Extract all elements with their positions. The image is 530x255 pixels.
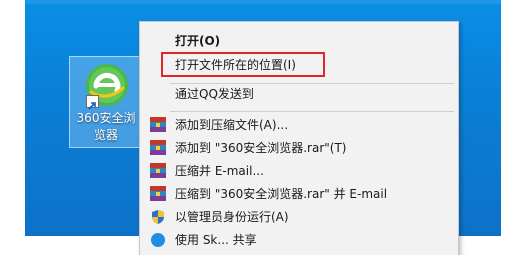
highlight-box (161, 52, 325, 77)
share-icon (150, 232, 166, 248)
winrar-icon (150, 117, 166, 133)
menu-item-label: 使用 Sk... 共享 (175, 233, 257, 247)
menu-item-label: 添加到 "360安全浏览器.rar"(T) (175, 141, 347, 155)
menu-item-compress-and-email[interactable]: 压缩并 E-mail... (140, 159, 458, 183)
menu-item-compress-to-rar-and-email[interactable]: 压缩到 "360安全浏览器.rar" 并 E-mail (140, 182, 458, 206)
shortcut-arrow-icon (86, 95, 99, 110)
menu-item-add-to-rar[interactable]: 添加到 "360安全浏览器.rar"(T) (140, 136, 458, 160)
menu-item-open[interactable]: 打开(O) (140, 29, 458, 53)
menu-item-share[interactable]: 使用 Sk... 共享 (140, 228, 458, 252)
menu-item-label: 压缩并 E-mail... (175, 164, 264, 178)
menu-item-add-to-archive[interactable]: 添加到压缩文件(A)... (140, 113, 458, 137)
winrar-icon (150, 163, 166, 179)
menu-item-label: 添加到压缩文件(A)... (175, 118, 289, 132)
menu-item-send-via-qq[interactable]: 通过QQ发送到 (140, 82, 458, 106)
menu-separator (170, 111, 454, 112)
menu-item-label: 打开(O) (175, 34, 221, 48)
winrar-icon (150, 186, 166, 202)
menu-item-label: 通过QQ发送到 (175, 87, 254, 101)
admin-shield-icon (150, 209, 166, 225)
menu-item-label: 压缩到 "360安全浏览器.rar" 并 E-mail (175, 187, 388, 201)
menu-item-run-as-administrator[interactable]: 以管理员身份运行(A) (140, 205, 458, 229)
winrar-icon (150, 140, 166, 156)
menu-item-label: 以管理员身份运行(A) (175, 210, 289, 224)
shortcut-label: 360安全浏览器 (76, 111, 136, 142)
context-menu: 打开(O) 打开文件所在的位置(I) 通过QQ发送到 添加到压缩文件(A)... (139, 21, 459, 255)
desktop-shortcut-360-browser[interactable]: 360安全浏览器 (69, 56, 141, 148)
